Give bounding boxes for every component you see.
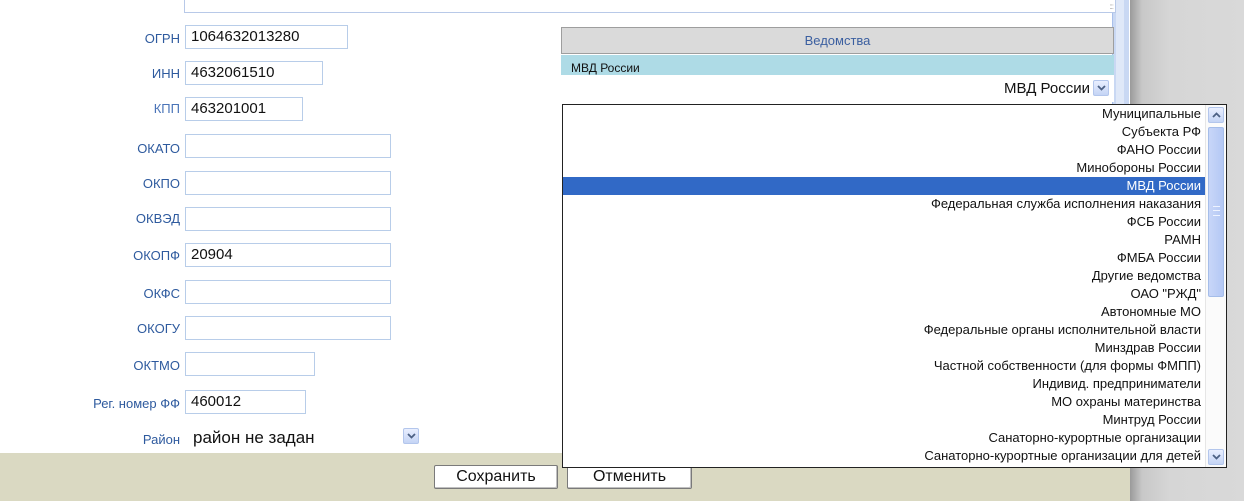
label-okopf: ОКОПФ — [133, 248, 180, 263]
dropdown-option[interactable]: ОАО "РЖД" — [563, 285, 1226, 303]
cancel-button[interactable]: Отменить — [567, 465, 692, 489]
agency-dropdown-list[interactable]: Муниципальные Субъекта РФ ФАНО России Миноб… — [562, 104, 1227, 468]
dropdown-option[interactable]: Минздрав России — [563, 339, 1226, 357]
dropdown-option[interactable]: Федеральная служба исполнения наказания — [563, 195, 1226, 213]
okved-field[interactable] — [185, 207, 391, 231]
scroll-up-icon[interactable] — [1208, 107, 1224, 123]
reg-number-ff-field[interactable]: 460012 — [185, 390, 306, 414]
label-okpo: ОКПО — [142, 176, 180, 191]
dropdown-scroll-thumb[interactable] — [1208, 127, 1224, 297]
dropdown-option[interactable]: ФСБ России — [563, 213, 1226, 231]
dropdown-option[interactable]: РАМН — [563, 231, 1226, 249]
resize-grip-icon[interactable]: ::: — [1109, 2, 1114, 11]
label-okato: ОКАТО — [137, 141, 180, 156]
label-okogu: ОКОГУ — [137, 321, 180, 336]
notes-textarea[interactable]: ::: — [184, 0, 1116, 13]
district-select-value: район не задан — [193, 428, 315, 447]
dropdown-option[interactable]: Минобороны России — [563, 159, 1226, 177]
dropdown-option[interactable]: Частной собственности (для формы ФМПП) — [563, 357, 1226, 375]
label-oktmo: ОКТМО — [133, 358, 180, 373]
agencies-header: Ведомства — [561, 27, 1114, 54]
dropdown-option[interactable]: Санаторно-курортные организации для дете… — [563, 447, 1226, 465]
inn-field[interactable]: 4632061510 — [185, 61, 323, 85]
okpo-field[interactable] — [185, 171, 391, 195]
dropdown-option[interactable]: ФМБА России — [563, 249, 1226, 267]
district-select[interactable]: район не задан — [185, 426, 430, 448]
label-district: Район — [142, 432, 180, 447]
okfs-field[interactable] — [185, 280, 391, 304]
dropdown-option[interactable]: Минтруд России — [563, 411, 1226, 429]
okopf-field[interactable]: 20904 — [185, 243, 391, 267]
label-ogrn: ОГРН — [144, 31, 180, 46]
chevron-down-icon[interactable] — [1093, 80, 1109, 96]
oktmo-field[interactable] — [185, 352, 315, 376]
dropdown-option[interactable]: Федеральные органы исполнительной власти — [563, 321, 1226, 339]
dropdown-option[interactable]: Автономные МО — [563, 303, 1226, 321]
chevron-down-icon[interactable] — [403, 428, 419, 444]
dropdown-option[interactable]: Санаторно-курортные организации — [563, 429, 1226, 447]
label-reg-number-ff: Рег. номер ФФ — [93, 396, 180, 411]
ogrn-field[interactable]: 1064632013280 — [185, 25, 348, 49]
agencies-selected-row[interactable]: МВД России — [561, 55, 1114, 75]
dropdown-option[interactable]: ФАНО России — [563, 141, 1226, 159]
dropdown-option[interactable]: МО охраны материнства — [563, 393, 1226, 411]
scroll-down-icon[interactable] — [1208, 449, 1224, 465]
label-kpp: КПП — [153, 101, 180, 116]
dropdown-option[interactable]: Муниципальные — [563, 105, 1226, 123]
dropdown-option[interactable]: Другие ведомства — [563, 267, 1226, 285]
label-okfs: ОКФС — [143, 286, 180, 301]
dropdown-scrollbar[interactable] — [1205, 105, 1226, 467]
dropdown-option[interactable]: МВД России — [563, 177, 1226, 195]
agency-select-value: МВД России — [1004, 80, 1090, 97]
save-button[interactable]: Сохранить — [434, 465, 558, 489]
okato-field[interactable] — [185, 134, 391, 158]
dropdown-option[interactable]: Субъекта РФ — [563, 123, 1226, 141]
kpp-field[interactable]: 463201001 — [185, 97, 303, 121]
dropdown-option[interactable]: Индивид. предприниматели — [563, 375, 1226, 393]
agency-select[interactable]: МВД России — [561, 75, 1114, 102]
label-okved: ОКВЭД — [135, 211, 180, 226]
label-inn: ИНН — [151, 66, 180, 81]
okogu-field[interactable] — [185, 316, 391, 340]
